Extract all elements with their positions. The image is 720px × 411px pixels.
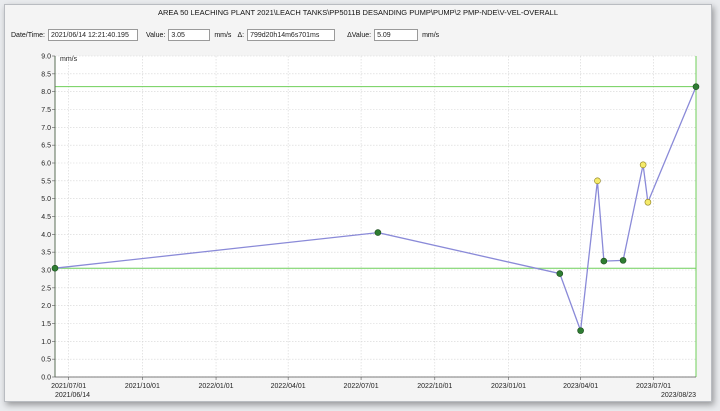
y-tick-label: 6.5 [41, 143, 51, 150]
y-tick-label: 2.5 [41, 285, 51, 292]
y-tick-label: 3.0 [41, 268, 51, 275]
x-tick-label: 2021/10/01 [125, 383, 160, 390]
data-point [556, 270, 564, 277]
data-point [600, 257, 608, 265]
data-point [577, 327, 584, 334]
x-tick-label: 2022/07/01 [344, 383, 379, 390]
delta-value-unit: mm/s [422, 31, 440, 39]
range-end-label: 2023/08/23 [661, 392, 696, 399]
y-tick-label: 3.5 [41, 250, 51, 257]
x-tick-label: 2023/01/01 [491, 383, 526, 390]
data-point-alert [644, 198, 652, 206]
value-label: Value: [145, 31, 166, 39]
delta-field[interactable]: 799d20h14m6s701ms [247, 29, 336, 41]
delta-label: Δ: [237, 31, 245, 39]
y-tick-label: 7.0 [41, 125, 51, 132]
y-tick-label: 9.0 [41, 54, 51, 61]
x-tick-label: 2022/04/01 [271, 383, 306, 390]
delta-value-label: ΔValue: [347, 31, 372, 39]
x-tick-label: 2023/07/01 [636, 383, 671, 390]
y-tick-label: 4.5 [41, 214, 51, 221]
x-tick-label: 2021/07/01 [51, 383, 86, 390]
value-field[interactable]: 3.05 [168, 29, 211, 41]
range-start-label: 2021/06/14 [55, 392, 90, 399]
trend-chart[interactable]: 0.0 0.5 1.0 1.5 2.0 2.5 3.0 3.5 4.0 4.5 5.0 5.5 6.0 6… [5, 49, 711, 401]
y-tick-label: 1.5 [41, 321, 51, 328]
y-tick-label: 5.0 [41, 196, 51, 203]
x-tick-label: 2023/04/01 [563, 383, 598, 390]
y-tick-label: 0.5 [41, 357, 51, 364]
y-tick-label: 8.5 [41, 71, 51, 78]
x-tick-label: 2022/01/01 [199, 383, 234, 390]
data-point [51, 264, 59, 272]
delta-value-field[interactable]: 5.09 [374, 29, 419, 41]
x-tick-label: 2022/10/01 [417, 383, 452, 390]
datetime-field[interactable]: 2021/06/14 12:21:40.195 [47, 29, 138, 41]
y-tick-label: 5.5 [41, 178, 51, 185]
data-point-alert [639, 161, 647, 169]
y-tick-label: 1.0 [41, 339, 51, 346]
data-point [619, 257, 627, 264]
data-point-alert [594, 177, 601, 185]
data-point [692, 83, 700, 90]
window-title: AREA 50 LEACHING PLANT 2021\LEACH TANKS\… [157, 8, 558, 17]
y-tick-label: 4.0 [41, 232, 51, 239]
trend-window: AREA 50 LEACHING PLANT 2021\LEACH TANKS\… [4, 4, 712, 402]
y-axis-label: mm/s [60, 56, 78, 63]
y-tick-label: 2.0 [41, 303, 51, 310]
y-tick-label: 8.0 [41, 89, 51, 96]
readout-bar: Date/Time: 2021/06/14 12:21:40.195 Value… [11, 28, 445, 42]
data-point [374, 229, 382, 236]
y-tick-label: 7.5 [41, 107, 51, 114]
y-tick-label: 0.0 [41, 375, 51, 382]
datetime-label: Date/Time: [11, 31, 45, 39]
value-unit: mm/s [214, 31, 232, 39]
y-tick-label: 6.0 [41, 161, 51, 168]
